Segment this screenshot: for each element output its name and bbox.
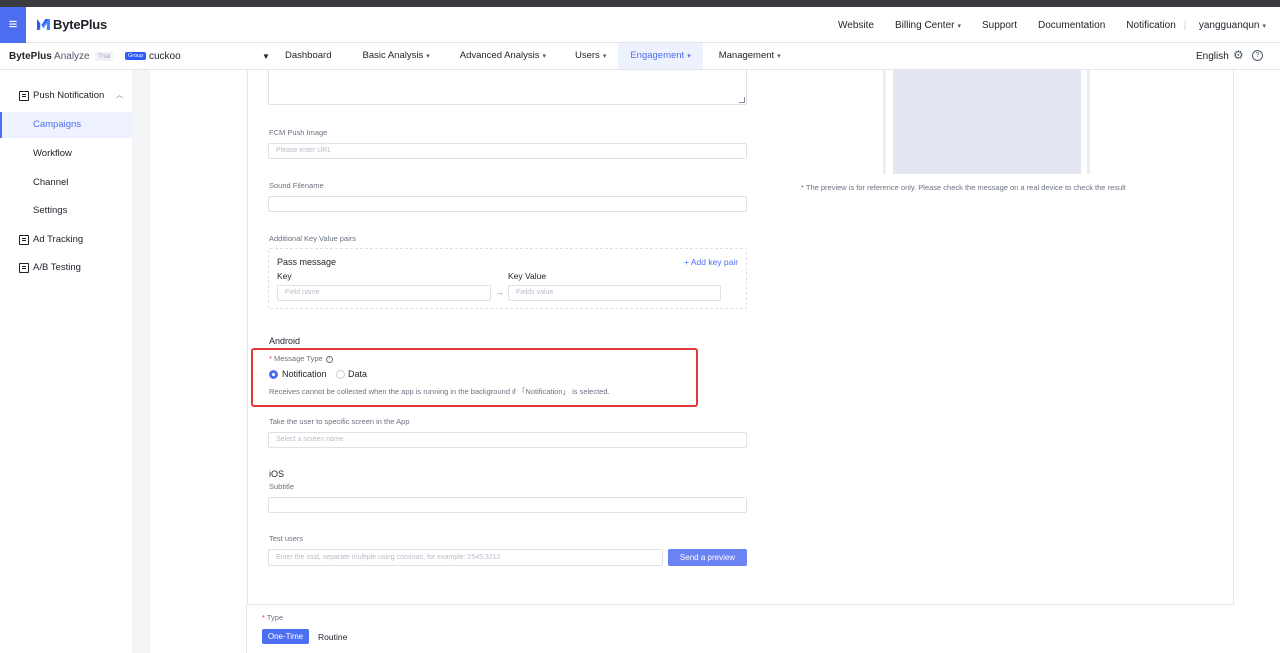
phone-frame-edge — [1087, 70, 1090, 174]
chevron-down-icon: ▾ — [426, 53, 430, 60]
tab-dashboard[interactable]: Dashboard — [273, 43, 343, 69]
report-icon — [19, 91, 29, 101]
type-routine-option[interactable]: Routine — [318, 632, 347, 642]
chevron-down-icon: ▾ — [957, 22, 961, 30]
divider — [246, 605, 247, 653]
tab-advanced-analysis[interactable]: Advanced Analysis ▾ — [442, 43, 562, 69]
sidebar-item-push-notification[interactable]: Push Notification ︿ — [0, 83, 132, 109]
chevron-down-icon: ▾ — [687, 53, 691, 60]
screen-select[interactable]: Select a screen name — [268, 432, 747, 448]
type-label: * Type — [262, 613, 284, 622]
radio-notification[interactable] — [269, 370, 278, 379]
fcm-image-label: FCM Push Image — [269, 128, 328, 137]
preview-screen — [893, 70, 1081, 174]
radio-notification-label[interactable]: Notification — [282, 369, 327, 379]
tab-engagement[interactable]: Engagement ▾ — [618, 43, 703, 69]
subtitle-label: Subtitle — [269, 482, 295, 491]
sidebar-item-label: Campaigns — [33, 119, 82, 130]
trial-badge: Trial — [95, 52, 114, 61]
question-icon[interactable]: ? — [325, 355, 333, 363]
nav-user-account[interactable]: yangguanqun ▾ — [1199, 20, 1266, 31]
chevron-up-icon: ︿ — [116, 92, 123, 99]
tab-users[interactable]: Users ▾ — [562, 43, 618, 69]
message-body-textarea[interactable] — [268, 70, 747, 105]
pass-message-title: Pass message — [277, 257, 337, 267]
top-bar: ≡ BytePlus Website Billing Center ▾ Suppo… — [0, 7, 1280, 43]
tab-management[interactable]: Management ▾ — [703, 43, 793, 69]
send-preview-button[interactable]: Send a preview — [668, 549, 747, 566]
nav-documentation[interactable]: Documentation — [1038, 20, 1105, 31]
sidebar: Push Notification ︿ Campaigns Workflow C… — [0, 70, 132, 653]
language-selector[interactable]: English — [1196, 51, 1229, 62]
sound-filename-label: Sound Filename — [269, 181, 324, 190]
nav-notification[interactable]: Notification — [1126, 20, 1175, 31]
gear-icon[interactable]: ⚙ — [1233, 49, 1245, 61]
message-type-hint: Receives cannot be collected when the ap… — [269, 387, 610, 396]
screen-label: Take the user to specific screen in the … — [269, 417, 410, 426]
tab-basic-analysis[interactable]: Basic Analysis ▾ — [343, 43, 441, 69]
nav-support[interactable]: Support — [982, 20, 1017, 31]
report-icon — [19, 235, 29, 245]
nav-divider: | — [1183, 19, 1187, 31]
sound-filename-input[interactable] — [268, 196, 747, 212]
sidebar-item-ab-testing[interactable]: A/B Testing — [0, 255, 132, 281]
sidebar-item-label: Settings — [33, 205, 68, 216]
android-section-title: Android — [269, 336, 301, 346]
nav-website[interactable]: Website — [838, 20, 874, 31]
report-icon — [19, 263, 29, 273]
key-value-column-label: Key Value — [508, 271, 547, 281]
product-name: BytePlus Analyze — [9, 51, 90, 62]
chevron-down-icon: ▾ — [602, 53, 607, 60]
message-type-label: * Message Type? — [269, 354, 333, 363]
brand-logo[interactable]: BytePlus — [37, 17, 107, 32]
subtitle-input[interactable] — [268, 497, 747, 513]
caret-down-icon[interactable]: ▼ — [262, 52, 270, 61]
arrow-right-icon: → — [495, 287, 504, 297]
key-value-input[interactable]: Fields value — [508, 285, 721, 301]
sidebar-item-channel[interactable]: Channel — [0, 170, 132, 196]
product-bar: BytePlus Analyze Trial Group cuckoo ▼ Da… — [0, 43, 1280, 70]
sidebar-item-label: Workflow — [33, 148, 72, 159]
key-input[interactable]: Field name — [277, 285, 491, 301]
sidebar-item-label: A/B Testing — [33, 262, 81, 273]
resize-handle-icon[interactable] — [739, 97, 745, 103]
sidebar-item-label: Ad Tracking — [33, 234, 84, 245]
chevron-down-icon: ▾ — [777, 53, 781, 60]
main-tabs: Dashboard Basic Analysis ▾ Advanced Analy… — [273, 43, 793, 69]
phone-preview — [883, 70, 1090, 174]
add-key-pair-button[interactable]: + Add key pair — [684, 257, 738, 267]
project-selector[interactable]: cuckoo — [149, 51, 181, 62]
sidebar-item-workflow[interactable]: Workflow — [0, 141, 132, 167]
test-users-input[interactable]: Enter the ssid, separate multiple using … — [268, 549, 663, 566]
sidebar-item-label: Channel — [33, 177, 69, 188]
sidebar-item-campaigns[interactable]: Campaigns — [0, 112, 132, 138]
nav-billing-center[interactable]: Billing Center ▾ — [895, 20, 961, 31]
browser-chrome-strip — [0, 0, 1280, 7]
test-users-label: Test users — [269, 534, 304, 543]
chevron-down-icon: ▾ — [1262, 22, 1266, 30]
ios-section-title: iOS — [269, 469, 285, 479]
chevron-down-icon: ▾ — [542, 53, 546, 60]
sidebar-item-settings[interactable]: Settings — [0, 198, 132, 224]
brand-name: BytePlus — [53, 17, 108, 32]
radio-data-label[interactable]: Data — [348, 369, 367, 379]
help-icon[interactable]: ? — [1252, 50, 1263, 61]
preview-note: * The preview is for reference only. Ple… — [801, 183, 1126, 192]
group-badge: Group — [125, 52, 147, 60]
hamburger-menu-icon[interactable]: ≡ — [0, 7, 26, 43]
kv-pairs-label: Additional Key Value pairs — [269, 234, 356, 243]
top-nav: Website Billing Center ▾ Support Document… — [828, 7, 1280, 43]
type-one-time-option[interactable]: One-Time — [262, 629, 309, 644]
key-column-label: Key — [277, 271, 292, 281]
phone-frame-edge — [883, 70, 886, 174]
radio-data[interactable] — [336, 370, 345, 379]
sidebar-item-ad-tracking[interactable]: Ad Tracking — [0, 227, 132, 253]
sidebar-item-label: Push Notification — [33, 90, 105, 101]
fcm-image-input[interactable]: Please enter URL — [268, 143, 747, 159]
byteplus-logo-icon — [37, 19, 50, 30]
